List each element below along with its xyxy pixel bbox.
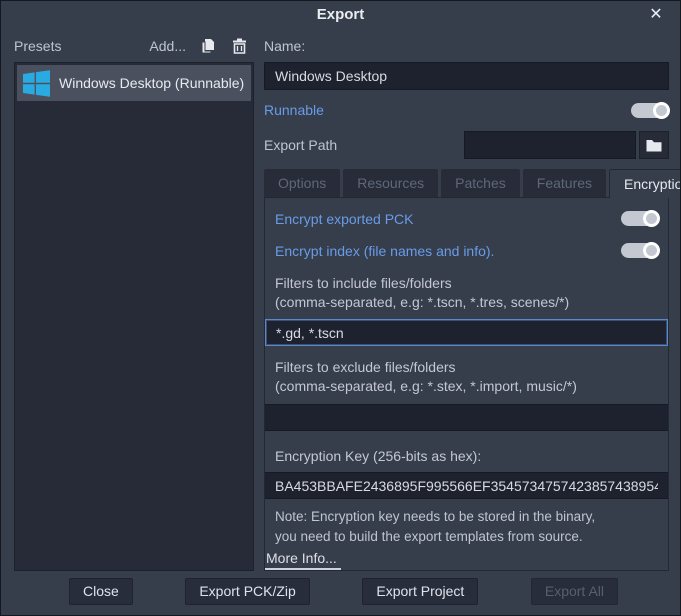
encryption-note: Note: Encryption key needs to be stored …	[275, 507, 658, 547]
tab-patches[interactable]: Patches	[441, 169, 520, 197]
presets-panel: Presets Add...	[14, 29, 254, 571]
presets-list: Windows Desktop (Runnable)	[14, 62, 254, 571]
windows-logo-icon	[23, 70, 50, 97]
include-filters-hint: (comma-separated, e.g: *.tscn, *.tres, s…	[275, 293, 658, 312]
encrypt-index-label: Encrypt index (file names and info).	[275, 243, 494, 259]
encrypt-pck-label: Encrypt exported PCK	[275, 211, 414, 227]
tab-options[interactable]: Options	[264, 169, 340, 197]
preset-item-windows-desktop[interactable]: Windows Desktop (Runnable)	[17, 65, 251, 101]
encrypt-index-toggle[interactable]	[621, 243, 659, 258]
close-button[interactable]: Close	[69, 578, 133, 605]
encrypt-pck-toggle[interactable]	[621, 211, 659, 226]
toggle-knob	[653, 102, 670, 119]
runnable-toggle[interactable]	[631, 103, 669, 118]
encryption-key-input[interactable]	[265, 472, 668, 499]
more-info-link[interactable]: More Info...	[265, 550, 341, 570]
export-all-button: Export All	[531, 578, 618, 605]
titlebar: Export ✕	[1, 1, 680, 29]
tab-features[interactable]: Features	[523, 169, 606, 197]
include-filters-label: Filters to include files/folders (comma-…	[275, 274, 658, 312]
exclude-filters-input[interactable]	[265, 404, 668, 431]
export-path-label: Export Path	[264, 137, 337, 153]
browse-path-button[interactable]	[639, 131, 669, 159]
tab-resources[interactable]: Resources	[343, 169, 438, 197]
export-project-button[interactable]: Export Project	[362, 578, 478, 605]
export-tabs: Options Resources Patches Features Encry…	[264, 168, 669, 197]
duplicate-preset-icon[interactable]	[199, 37, 217, 55]
dialog-title: Export	[1, 6, 680, 23]
toggle-knob	[643, 242, 660, 259]
export-path-input[interactable]	[464, 131, 636, 159]
export-pck-zip-button[interactable]: Export PCK/Zip	[185, 578, 309, 605]
runnable-label: Runnable	[264, 102, 324, 118]
folder-icon	[646, 139, 662, 152]
exclude-filters-hint: (comma-separated, e.g: *.stex, *.import,…	[275, 377, 658, 396]
delete-preset-icon[interactable]	[230, 37, 248, 55]
tab-encryption[interactable]: Encryption	[609, 169, 681, 198]
dialog-footer: Close Export PCK/Zip Export Project Expo…	[1, 571, 680, 615]
add-preset-button[interactable]: Add...	[149, 38, 186, 54]
close-icon[interactable]: ✕	[645, 4, 667, 26]
export-dialog: Export ✕ Presets Add...	[0, 0, 681, 616]
exclude-filters-label: Filters to exclude files/folders (comma-…	[275, 358, 658, 396]
name-input[interactable]	[264, 62, 669, 90]
encryption-tab-panel: Encrypt exported PCK Encrypt index (file…	[264, 197, 669, 571]
name-label: Name:	[264, 38, 305, 54]
export-settings-panel: Name: Runnable Export Path Options R	[264, 29, 669, 571]
preset-item-label: Windows Desktop (Runnable)	[59, 75, 244, 91]
toggle-knob	[643, 210, 660, 227]
include-filters-input[interactable]	[265, 319, 668, 346]
encryption-key-label: Encryption Key (256-bits as hex):	[275, 447, 658, 466]
presets-label: Presets	[14, 38, 61, 54]
